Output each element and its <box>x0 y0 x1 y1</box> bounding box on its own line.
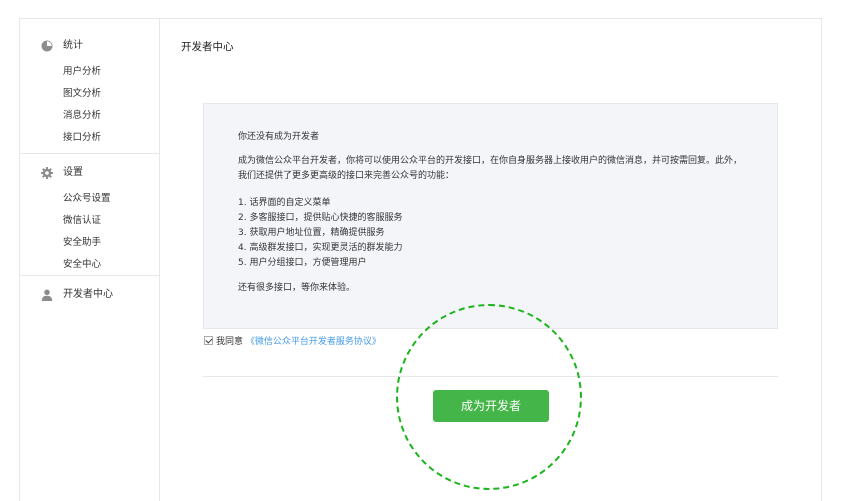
sidebar-item-api-analysis[interactable]: 接口分析 <box>20 127 159 149</box>
nav-heading-label: 设置 <box>63 167 83 178</box>
list-item: 2. 多客服接口，提供贴心快捷的客服服务 <box>238 213 403 223</box>
nav-heading-label: 统计 <box>63 40 83 51</box>
list-item: 1. 话界面的自定义菜单 <box>238 198 331 208</box>
agreement-checkbox[interactable] <box>204 336 213 345</box>
agreement-link[interactable]: 《微信公众平台开发者服务协议》 <box>246 337 381 347</box>
feature-list: 1. 话界面的自定义菜单 2. 多客服接口，提供贴心快捷的客服服务 3. 获取用… <box>238 196 743 271</box>
list-item: 3. 获取用户地址位置，精确提供服务 <box>238 228 385 238</box>
nav-heading-settings[interactable]: 设置 <box>20 158 159 188</box>
agreement-row: 我同意 《微信公众平台开发者服务协议》 <box>204 335 381 349</box>
nav-heading-developer-center[interactable]: 开发者中心 <box>20 280 159 310</box>
page-title: 开发者中心 <box>181 41 234 53</box>
list-item: 5. 用户分组接口，方便管理用户 <box>238 258 367 268</box>
nav-group-settings: 设置 公众号设置 微信认证 安全助手 安全中心 <box>20 153 159 276</box>
nav-heading-label: 开发者中心 <box>63 289 113 300</box>
nav-heading-statistics[interactable]: 统计 <box>20 31 159 61</box>
list-item: 4. 高级群发接口，实现更灵活的群发能力 <box>238 243 403 253</box>
sidebar-item-account-settings[interactable]: 公众号设置 <box>20 188 159 210</box>
person-icon <box>41 289 53 301</box>
pie-chart-icon <box>41 40 53 52</box>
agreement-label: 我同意 <box>216 337 244 347</box>
nav-group-developer: 开发者中心 <box>20 275 159 310</box>
sidebar-item-article-analysis[interactable]: 图文分析 <box>20 83 159 105</box>
main-content: 开发者中心 你还没有成为开发者 成为微信公众平台开发者，你将可以使用公众平台的开… <box>160 19 821 501</box>
developer-info-box: 你还没有成为开发者 成为微信公众平台开发者，你将可以使用公众平台的开发接口，在你… <box>203 103 778 329</box>
info-heading: 你还没有成为开发者 <box>238 132 320 142</box>
sidebar-item-user-analysis[interactable]: 用户分析 <box>20 61 159 83</box>
content-panel: 统计 用户分析 图文分析 消息分析 接口分析 设置 公众号设置 微信认证 安全助… <box>19 18 822 501</box>
sidebar-item-security-center[interactable]: 安全中心 <box>20 254 159 276</box>
sidebar: 统计 用户分析 图文分析 消息分析 接口分析 设置 公众号设置 微信认证 安全助… <box>20 19 160 501</box>
gear-icon <box>41 167 53 179</box>
info-outro: 还有很多接口，等你来体验。 <box>238 283 356 293</box>
sidebar-item-security-assistant[interactable]: 安全助手 <box>20 232 159 254</box>
sidebar-item-message-analysis[interactable]: 消息分析 <box>20 105 159 127</box>
nav-group-statistics: 统计 用户分析 图文分析 消息分析 接口分析 <box>20 31 159 149</box>
info-intro: 成为微信公众平台开发者，你将可以使用公众平台的开发接口，在你自身服务器上接收用户… <box>238 156 743 181</box>
become-developer-button[interactable]: 成为开发者 <box>433 390 549 422</box>
sidebar-item-wechat-verification[interactable]: 微信认证 <box>20 210 159 232</box>
